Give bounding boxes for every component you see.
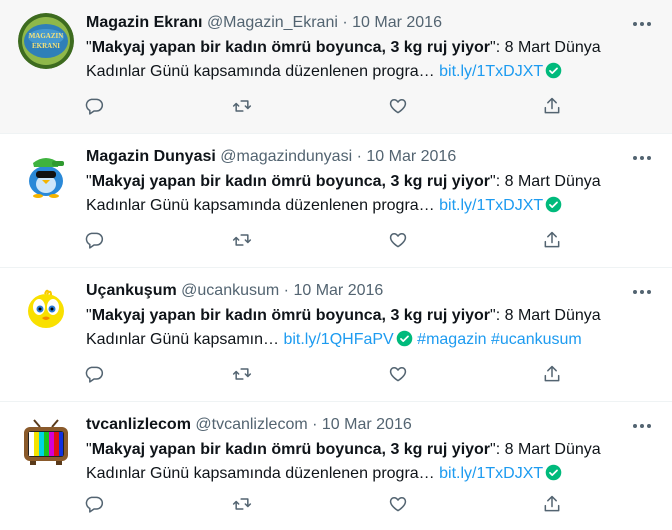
- tweet-text: "Makyaj yapan bir kadın ömrü boyunca, 3 …: [86, 438, 626, 486]
- quote-close: ": 8 Mart Dünya: [490, 441, 601, 458]
- tweet-header: Magazin Ekranı @Magazin_Ekrani · 10 Mar …: [86, 12, 652, 34]
- author-handle[interactable]: @magazindunyasi: [220, 148, 352, 165]
- tweet-actions: [84, 364, 564, 386]
- tweet-hashtags[interactable]: #magazin #ucankusum: [417, 331, 582, 348]
- tweet-link[interactable]: bit.ly/1QHFaPV: [283, 331, 393, 348]
- like-icon[interactable]: [388, 364, 410, 386]
- retweet-icon[interactable]: [232, 364, 254, 386]
- tweety-bird-logo: [18, 281, 74, 337]
- svg-text:EKRANI: EKRANI: [32, 42, 60, 50]
- tweet-header: Magazin Dunyasi @magazindunyasi · 10 Mar…: [86, 146, 652, 168]
- tweet-feed: MAGAZIN EKRANI Magazin Ekranı @Magazin_E…: [0, 0, 672, 530]
- tweet[interactable]: tvcanlizlecom @tvcanlizlecom · 10 Mar 20…: [0, 402, 672, 530]
- separator: ·: [312, 416, 318, 433]
- quote-close: ": 8 Mart Dünya: [490, 307, 601, 324]
- tweet-bold-text: Makyaj yapan bir kadın ömrü boyunca, 3 k…: [91, 441, 491, 458]
- more-icon[interactable]: [630, 416, 654, 436]
- verified-check-icon: [396, 330, 413, 347]
- tweet-text-line2: Kadınlar Günü kapsamında düzenlenen prog…: [86, 197, 435, 214]
- share-icon[interactable]: [542, 230, 564, 252]
- avatar[interactable]: [18, 147, 74, 203]
- author-handle[interactable]: @Magazin_Ekrani: [207, 14, 338, 31]
- separator: ·: [356, 148, 362, 165]
- quote-close: ": 8 Mart Dünya: [490, 39, 601, 56]
- tweet-text-line2: Kadınlar Günü kapsamın…: [86, 331, 279, 348]
- reply-icon[interactable]: [84, 364, 106, 386]
- author-name[interactable]: Magazin Ekranı: [86, 14, 202, 31]
- separator: ·: [342, 14, 348, 31]
- tweet-actions: [84, 230, 564, 252]
- tweet-actions: [84, 494, 564, 516]
- tweet-date[interactable]: 10 Mar 2016: [352, 14, 442, 31]
- share-icon[interactable]: [542, 96, 564, 118]
- share-icon[interactable]: [542, 364, 564, 386]
- author-name[interactable]: Magazin Dunyasi: [86, 148, 216, 165]
- tweet-date[interactable]: 10 Mar 2016: [293, 282, 383, 299]
- author-handle[interactable]: @tvcanlizlecom: [195, 416, 307, 433]
- separator: ·: [283, 282, 289, 299]
- tweet-header: tvcanlizlecom @tvcanlizlecom · 10 Mar 20…: [86, 414, 652, 436]
- like-icon[interactable]: [388, 494, 410, 516]
- reply-icon[interactable]: [84, 230, 106, 252]
- tweet[interactable]: MAGAZIN EKRANI Magazin Ekranı @Magazin_E…: [0, 0, 672, 134]
- verified-check-icon: [545, 196, 562, 213]
- bird-mascot-logo: [18, 147, 74, 203]
- tweet-actions: [84, 96, 564, 118]
- tv-logo: [18, 415, 74, 471]
- tweet-link[interactable]: bit.ly/1TxDJXT: [439, 63, 543, 80]
- tweet-date[interactable]: 10 Mar 2016: [366, 148, 456, 165]
- author-name[interactable]: tvcanlizlecom: [86, 416, 191, 433]
- reply-icon[interactable]: [84, 494, 106, 516]
- verified-check-icon: [545, 62, 562, 79]
- more-icon[interactable]: [630, 148, 654, 168]
- tweet-link[interactable]: bit.ly/1TxDJXT: [439, 197, 543, 214]
- reply-icon[interactable]: [84, 96, 106, 118]
- tweet-text-line2: Kadınlar Günü kapsamında düzenlenen prog…: [86, 465, 435, 482]
- author-name[interactable]: Uçankuşum: [86, 282, 177, 299]
- more-icon[interactable]: [630, 282, 654, 302]
- tweet-bold-text: Makyaj yapan bir kadın ömrü boyunca, 3 k…: [91, 173, 491, 190]
- tweet-text: "Makyaj yapan bir kadın ömrü boyunca, 3 …: [86, 36, 626, 84]
- retweet-icon[interactable]: [232, 230, 254, 252]
- tweet-text-line2: Kadınlar Günü kapsamında düzenlenen prog…: [86, 63, 435, 80]
- tweet[interactable]: Magazin Dunyasi @magazindunyasi · 10 Mar…: [0, 134, 672, 268]
- author-handle[interactable]: @ucankusum: [181, 282, 279, 299]
- avatar[interactable]: [18, 415, 74, 471]
- tweet-bold-text: Makyaj yapan bir kadın ömrü boyunca, 3 k…: [91, 39, 491, 56]
- retweet-icon[interactable]: [232, 494, 254, 516]
- like-icon[interactable]: [388, 230, 410, 252]
- quote-close: ": 8 Mart Dünya: [490, 173, 601, 190]
- verified-check-icon: [545, 464, 562, 481]
- more-icon[interactable]: [630, 14, 654, 34]
- retweet-icon[interactable]: [232, 96, 254, 118]
- tweet-text: "Makyaj yapan bir kadın ömrü boyunca, 3 …: [86, 304, 626, 352]
- tweet-text: "Makyaj yapan bir kadın ömrü boyunca, 3 …: [86, 170, 626, 218]
- svg-text:MAGAZIN: MAGAZIN: [29, 32, 64, 40]
- avatar[interactable]: MAGAZIN EKRANI: [18, 13, 74, 69]
- tweet-link[interactable]: bit.ly/1TxDJXT: [439, 465, 543, 482]
- tweet[interactable]: Uçankuşum @ucankusum · 10 Mar 2016 "Maky…: [0, 268, 672, 402]
- magazin-ekrani-logo: MAGAZIN EKRANI: [18, 13, 74, 69]
- share-icon[interactable]: [542, 494, 564, 516]
- tweet-bold-text: Makyaj yapan bir kadın ömrü boyunca, 3 k…: [91, 307, 491, 324]
- tweet-date[interactable]: 10 Mar 2016: [322, 416, 412, 433]
- tweet-header: Uçankuşum @ucankusum · 10 Mar 2016: [86, 280, 652, 302]
- like-icon[interactable]: [388, 96, 410, 118]
- avatar[interactable]: [18, 281, 74, 337]
